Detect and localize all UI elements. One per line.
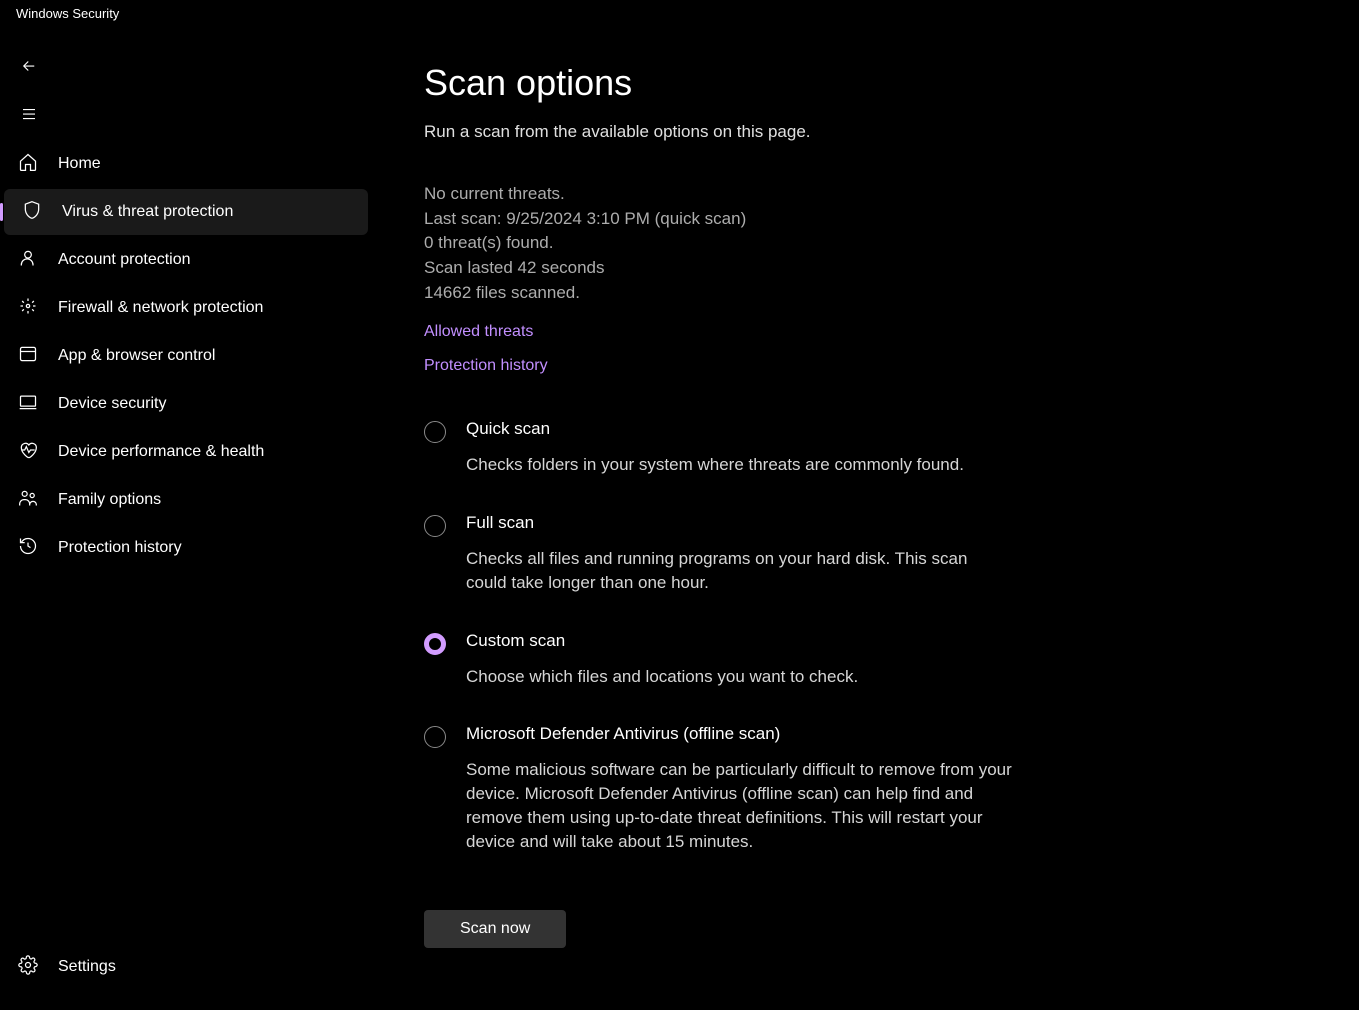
page-title: Scan options xyxy=(424,62,1012,104)
sidebar-item-virus-threat[interactable]: Virus & threat protection xyxy=(4,189,368,235)
sidebar-item-label: Firewall & network protection xyxy=(58,299,263,317)
option-title: Custom scan xyxy=(466,631,1012,651)
back-button[interactable] xyxy=(0,45,372,91)
sidebar-item-account[interactable]: Account protection xyxy=(0,237,372,283)
scan-now-button[interactable]: Scan now xyxy=(424,910,566,948)
sidebar-item-settings[interactable]: Settings xyxy=(0,944,372,990)
page-subtitle: Run a scan from the available options on… xyxy=(424,122,1012,142)
option-desc: Checks all files and running programs on… xyxy=(466,547,1012,595)
status-line: No current threats. xyxy=(424,182,1012,207)
shield-icon xyxy=(22,200,42,225)
window-title: Windows Security xyxy=(0,0,1359,32)
option-desc: Checks folders in your system where thre… xyxy=(466,453,1012,477)
sidebar-item-label: Family options xyxy=(58,491,161,509)
scan-status: No current threats. Last scan: 9/25/2024… xyxy=(424,182,1012,305)
sidebar-item-label: Device security xyxy=(58,395,166,413)
history-icon xyxy=(18,536,38,561)
sidebar-item-firewall[interactable]: Firewall & network protection xyxy=(0,285,372,331)
sidebar-item-family[interactable]: Family options xyxy=(0,477,372,523)
option-desc: Choose which files and locations you wan… xyxy=(466,665,1012,689)
scan-option-full[interactable]: Full scan Checks all files and running p… xyxy=(424,513,1012,595)
app-browser-icon xyxy=(18,344,38,369)
sidebar-item-app-browser[interactable]: App & browser control xyxy=(0,333,372,379)
option-title: Quick scan xyxy=(466,419,1012,439)
main-content: Scan options Run a scan from the availab… xyxy=(372,32,1012,1010)
sidebar-item-device-performance[interactable]: Device performance & health xyxy=(0,429,372,475)
sidebar-item-label: Protection history xyxy=(58,539,182,557)
protection-history-link[interactable]: Protection history xyxy=(424,357,1012,375)
radio-icon xyxy=(424,633,446,655)
sidebar-item-label: Account protection xyxy=(58,251,191,269)
status-line: Last scan: 9/25/2024 3:10 PM (quick scan… xyxy=(424,207,1012,232)
sidebar: Home Virus & threat protection Account p… xyxy=(0,32,372,1010)
home-icon xyxy=(18,152,38,177)
sidebar-item-label: Home xyxy=(58,155,101,173)
status-line: 14662 files scanned. xyxy=(424,281,1012,306)
firewall-icon xyxy=(18,296,38,321)
status-line: Scan lasted 42 seconds xyxy=(424,256,1012,281)
menu-icon xyxy=(20,105,38,128)
scan-option-custom[interactable]: Custom scan Choose which files and locat… xyxy=(424,631,1012,689)
gear-icon xyxy=(18,955,38,980)
radio-icon xyxy=(424,726,446,748)
arrow-left-icon xyxy=(20,57,38,80)
sidebar-item-label: App & browser control xyxy=(58,347,215,365)
device-security-icon xyxy=(18,392,38,417)
sidebar-item-device-security[interactable]: Device security xyxy=(0,381,372,427)
scan-option-quick[interactable]: Quick scan Checks folders in your system… xyxy=(424,419,1012,477)
option-title: Microsoft Defender Antivirus (offline sc… xyxy=(466,724,1012,744)
allowed-threats-link[interactable]: Allowed threats xyxy=(424,323,1012,341)
family-icon xyxy=(18,488,38,513)
scan-option-offline[interactable]: Microsoft Defender Antivirus (offline sc… xyxy=(424,724,1012,853)
sidebar-item-label: Virus & threat protection xyxy=(62,203,233,221)
sidebar-item-protection-history[interactable]: Protection history xyxy=(0,525,372,571)
scan-options-list: Quick scan Checks folders in your system… xyxy=(424,419,1012,853)
status-line: 0 threat(s) found. xyxy=(424,231,1012,256)
sidebar-item-home[interactable]: Home xyxy=(0,141,372,187)
hamburger-button[interactable] xyxy=(0,93,372,139)
radio-icon xyxy=(424,515,446,537)
option-title: Full scan xyxy=(466,513,1012,533)
heart-icon xyxy=(18,440,38,465)
sidebar-item-label: Settings xyxy=(58,958,116,976)
account-icon xyxy=(18,248,38,273)
option-desc: Some malicious software can be particula… xyxy=(466,758,1012,853)
sidebar-item-label: Device performance & health xyxy=(58,443,264,461)
radio-icon xyxy=(424,421,446,443)
